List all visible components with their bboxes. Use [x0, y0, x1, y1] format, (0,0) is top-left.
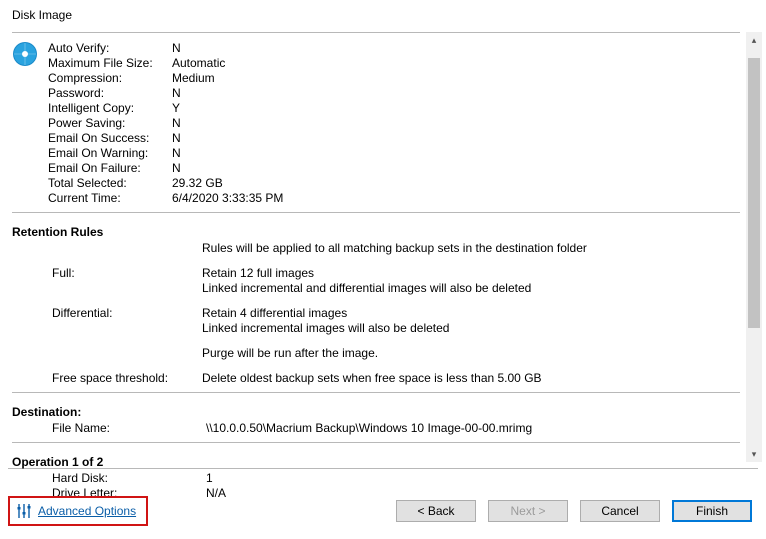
value-password: N — [172, 86, 283, 101]
value-email-warning: N — [172, 146, 283, 161]
value-diff-1: Retain 4 differential images — [202, 306, 740, 321]
value-full-2: Linked incremental and differential imag… — [202, 281, 740, 296]
value-max-size: Automatic — [172, 56, 283, 71]
value-email-failure: N — [172, 161, 283, 176]
value-total-selected: 29.32 GB — [172, 176, 283, 191]
vertical-scrollbar[interactable]: ▴ ▾ — [746, 32, 762, 462]
label-email-failure: Email On Failure: — [48, 161, 168, 176]
value-current-time: 6/4/2020 3:33:35 PM — [172, 191, 283, 206]
label-email-warning: Email On Warning: — [48, 146, 168, 161]
value-email-success: N — [172, 131, 283, 146]
divider — [12, 442, 740, 443]
purge-text: Purge will be run after the image. — [12, 346, 740, 361]
summary-section: Auto Verify: N Maximum File Size: Automa… — [12, 37, 740, 208]
label-threshold: Free space threshold: — [52, 371, 202, 386]
disk-icon — [12, 41, 38, 206]
value-diff-2: Linked incremental images will also be d… — [202, 321, 740, 336]
divider — [12, 32, 740, 33]
value-compression: Medium — [172, 71, 283, 86]
advanced-options-link[interactable]: Advanced Options — [38, 504, 136, 518]
cancel-button[interactable]: Cancel — [580, 500, 660, 522]
value-full-1: Retain 12 full images — [202, 266, 740, 281]
destination-section: Destination: File Name: \\10.0.0.50\Macr… — [12, 397, 740, 438]
label-total-selected: Total Selected: — [48, 176, 168, 191]
value-power-saving: N — [172, 116, 283, 131]
footer-bar: Advanced Options < Back Next > Cancel Fi… — [0, 493, 760, 529]
scroll-down-arrow-icon[interactable]: ▾ — [746, 446, 762, 462]
advanced-options-box: Advanced Options — [8, 496, 148, 526]
value-harddisk: 1 — [206, 471, 740, 486]
label-power-saving: Power Saving: — [48, 116, 168, 131]
label-email-success: Email On Success: — [48, 131, 168, 146]
destination-header: Destination: — [12, 399, 740, 421]
scrollbar-track[interactable] — [746, 48, 762, 446]
value-filename: \\10.0.0.50\Macrium Backup\Windows 10 Im… — [206, 421, 740, 436]
scrollbar-thumb[interactable] — [748, 58, 760, 328]
value-intelligent-copy: Y — [172, 101, 283, 116]
window-title: Disk Image — [0, 0, 766, 28]
label-compression: Compression: — [48, 71, 168, 86]
next-button: Next > — [488, 500, 568, 522]
label-harddisk: Hard Disk: — [52, 471, 202, 486]
retention-section: Retention Rules Rules will be applied to… — [12, 217, 740, 388]
value-threshold: Delete oldest backup sets when free spac… — [202, 371, 740, 386]
label-current-time: Current Time: — [48, 191, 168, 206]
back-button[interactable]: < Back — [396, 500, 476, 522]
label-password: Password: — [48, 86, 168, 101]
content-area: Auto Verify: N Maximum File Size: Automa… — [0, 32, 766, 462]
label-filename: File Name: — [52, 421, 202, 436]
retention-header: Retention Rules — [12, 219, 740, 241]
label-intelligent-copy: Intelligent Copy: — [48, 101, 168, 116]
operation-header: Operation 1 of 2 — [12, 449, 740, 471]
retention-intro: Rules will be applied to all matching ba… — [12, 241, 740, 256]
sliders-icon — [16, 503, 32, 519]
button-row: < Back Next > Cancel Finish — [396, 500, 752, 522]
label-full: Full: — [52, 266, 202, 296]
divider — [12, 212, 740, 213]
summary-table: Auto Verify: N Maximum File Size: Automa… — [48, 41, 283, 206]
value-auto-verify: N — [172, 41, 283, 56]
divider — [12, 392, 740, 393]
finish-button[interactable]: Finish — [672, 500, 752, 522]
label-differential: Differential: — [52, 306, 202, 336]
label-max-size: Maximum File Size: — [48, 56, 168, 71]
scroll-up-arrow-icon[interactable]: ▴ — [746, 32, 762, 48]
label-auto-verify: Auto Verify: — [48, 41, 168, 56]
